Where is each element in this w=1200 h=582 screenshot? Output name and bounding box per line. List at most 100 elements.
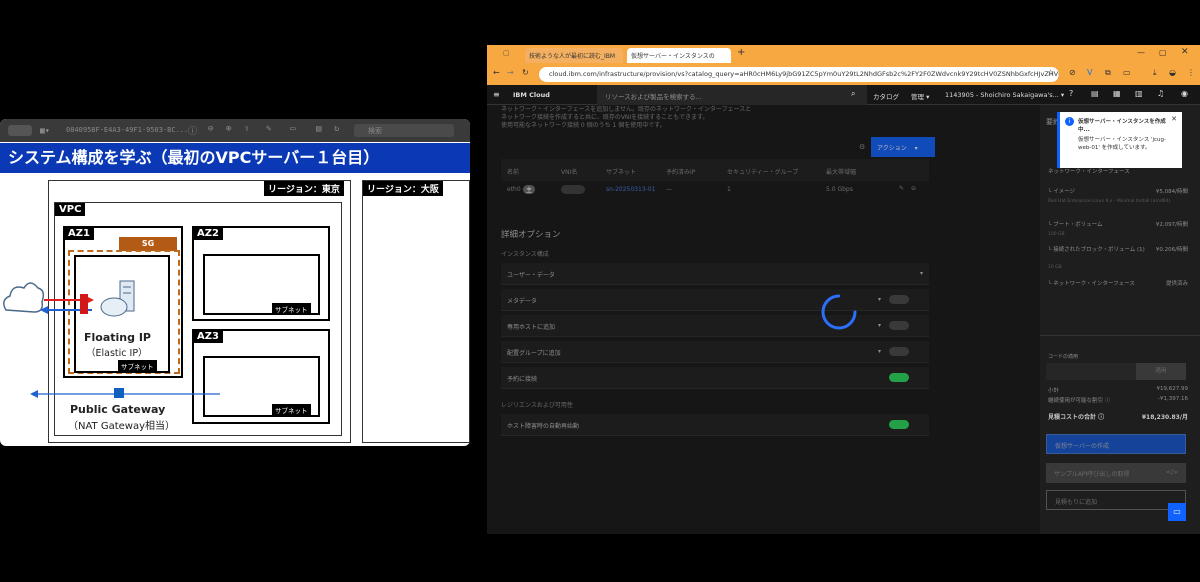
edit-icon[interactable]: ✎ <box>899 185 904 192</box>
option-row-metadata[interactable]: メタデータ ▾ <box>501 289 929 311</box>
metadata-toggle[interactable] <box>889 295 909 304</box>
vpn-icon[interactable]: V <box>1087 68 1092 77</box>
cost-icon[interactable]: ▤ <box>1091 89 1099 98</box>
back-icon[interactable]: ← <box>493 68 500 77</box>
highlight-icon[interactable]: ▤ <box>316 124 321 134</box>
hamburger-icon[interactable]: ≡ <box>493 90 500 99</box>
profile-icon[interactable]: ◒ <box>1169 68 1176 77</box>
discount-row: 継続使用が可能な割引 ⓘ -¥1,397.16 <box>1048 396 1188 404</box>
info-icon[interactable]: ⓘ <box>188 124 197 137</box>
notification-icon[interactable]: ♫ <box>1157 89 1164 98</box>
toast-title: 仮想サーバー・インスタンスを作成中... <box>1078 119 1166 133</box>
dedicated-host-toggle[interactable] <box>889 321 909 330</box>
get-api-button[interactable]: サンプルAPI呼び出しの取得 </> <box>1046 463 1186 483</box>
cell-subnet-link[interactable]: sn-20250313-01 <box>606 186 655 193</box>
add-estimate-button[interactable]: 見積もりに追加 <box>1046 490 1186 510</box>
option-row-dedicated-host[interactable]: 専用ホストに追加 ▾ <box>501 315 929 337</box>
minimize-icon[interactable]: — <box>1137 48 1145 57</box>
delete-icon[interactable]: ⊖ <box>911 185 916 192</box>
action-button[interactable]: アクション ▾ <box>871 137 935 157</box>
zoom-in-icon[interactable]: ⊕ <box>226 124 231 134</box>
option-label: 予約に接続 <box>507 376 538 383</box>
close-icon[interactable]: ✕ <box>1181 47 1189 57</box>
chat-icon[interactable]: ▭ <box>1168 503 1186 521</box>
code-icon: </> <box>1165 469 1178 476</box>
summary-sub: 100 GB <box>1048 232 1065 237</box>
tab-label: 仮想サーバー・インスタンスの <box>631 53 715 60</box>
option-label: メタデータ <box>507 298 538 305</box>
auto-restart-toggle[interactable] <box>889 420 909 429</box>
total-row: 見積コストの合計 ⓘ ¥18,230.83/月 <box>1048 414 1188 421</box>
account-switcher[interactable]: 1143905 - Shoichiro Sakaigawa's... ▾ <box>945 91 1064 99</box>
user-icon[interactable]: ◉ <box>1181 89 1188 98</box>
new-tab-icon[interactable]: + <box>737 47 745 58</box>
extension-icon[interactable]: ⊘ <box>1069 68 1076 77</box>
az2-label: AZ2 <box>193 227 223 240</box>
sidebar-toggle-icon[interactable] <box>8 125 32 136</box>
summary-value: ¥5,084/時間 <box>1155 189 1188 195</box>
calendar-icon[interactable]: ▦ <box>1113 89 1121 98</box>
url-input[interactable]: cloud.ibm.com/infrastructure/provision/v… <box>539 67 1059 82</box>
user-data-row[interactable]: ユーザー・データ ▾ <box>501 263 929 285</box>
summary-sub: Red Hat Enterprise Linux 9.x - Minimal I… <box>1048 199 1171 204</box>
cell-bandwidth: 5.0 Gbps <box>826 186 853 193</box>
search-input[interactable]: 検索 <box>354 124 454 137</box>
subtotal-value: ¥19,627.99 <box>1156 386 1189 392</box>
cell-reserved-ip: — <box>666 186 672 193</box>
reload-icon[interactable]: ↻ <box>522 68 529 77</box>
internet-cloud-icon <box>3 282 94 314</box>
manage-label: 管理 <box>911 93 924 101</box>
vpc-label: VPC <box>55 203 86 216</box>
apply-button[interactable]: 適用 <box>1136 363 1186 380</box>
tab-article[interactable]: 技術ような人が最初に読む_IBM <box>525 48 623 63</box>
share-icon[interactable]: ⇪ <box>244 124 249 134</box>
maximize-icon[interactable]: ▢ <box>1159 48 1167 57</box>
help-icon[interactable]: ? <box>1069 89 1073 98</box>
address-bar: ← → ↻ cloud.ibm.com/infrastructure/provi… <box>487 63 1200 85</box>
nic-table-header: 名前 VNI名 サブネット 予約済みIP セキュリティー・グループ 最大帯域幅 <box>501 159 929 181</box>
code-input[interactable] <box>1046 363 1136 380</box>
slide-title: システム構成を学ぶ（最初のVPCサーバー１台目） <box>0 143 470 173</box>
menu-icon[interactable]: ⋮ <box>1187 68 1195 77</box>
cart-icon[interactable]: ▥ <box>1135 89 1143 98</box>
nat-gateway-label: （NAT Gateway相当） <box>68 421 176 432</box>
global-search-input[interactable]: リソースおよび製品を検索する... <box>597 85 867 105</box>
download-icon[interactable]: ⤓ <box>1153 68 1157 78</box>
bookmark-icon[interactable]: ☆ <box>1047 68 1054 77</box>
zoom-out-icon[interactable]: ⊖ <box>208 124 213 134</box>
catalog-link[interactable]: カタログ <box>873 91 899 101</box>
summary-sub: 10 GB <box>1048 265 1062 270</box>
rotate-icon[interactable]: ↻ <box>334 124 339 134</box>
manage-menu[interactable]: 管理 ▾ <box>911 91 929 101</box>
markup-icon[interactable]: ✎ <box>266 124 271 134</box>
total-value: ¥18,230.83/月 <box>1141 414 1188 421</box>
action-label: アクション <box>877 145 907 152</box>
option-row-reservation[interactable]: 予約に接続 <box>501 367 929 389</box>
table-row[interactable]: eth0 主 sn-20250313-01 — 1 5.0 Gbps ✎ ⊖ <box>501 181 929 199</box>
toast-close-icon[interactable]: ✕ <box>1171 115 1177 123</box>
option-row-placement-group[interactable]: 配置グループに追加 ▾ <box>501 341 929 363</box>
create-server-button[interactable]: 仮想サーバーの作成 <box>1046 434 1186 454</box>
placement-group-toggle[interactable] <box>889 347 909 356</box>
puzzle-icon[interactable]: ⧉ <box>1105 68 1111 78</box>
settings-icon[interactable]: ⚙ <box>859 143 865 151</box>
search-icon[interactable]: ⌕ <box>851 89 855 99</box>
az3-label: AZ3 <box>193 330 223 343</box>
reservation-toggle[interactable] <box>889 373 909 382</box>
brand-label[interactable]: IBM Cloud <box>513 91 550 99</box>
grid-icon[interactable]: ▦▾ <box>40 126 50 135</box>
region-osaka-box <box>362 180 470 443</box>
region-osaka-label: リージョン：大阪 <box>363 181 443 196</box>
intro-line: ネットワーク接続を作成すると共に、既存のVNIを接続することもできます。 <box>501 114 709 121</box>
summary-line: ネットワーク・インターフェース <box>1048 167 1188 175</box>
sidepanel-icon[interactable]: ▭ <box>1123 68 1131 77</box>
chevron-down-icon: ▾ <box>919 270 923 277</box>
option-label: 専用ホストに追加 <box>507 324 556 331</box>
forward-icon[interactable]: → <box>507 68 514 77</box>
tab-overview-icon[interactable]: ▢ <box>503 49 510 57</box>
tab-ibm-cloud[interactable]: 仮想サーバー・インスタンスの <box>627 48 731 63</box>
auto-restart-row[interactable]: ホスト障害時の自動再始動 <box>501 414 929 436</box>
window-icon[interactable]: ▭ <box>290 124 295 134</box>
user-data-label: ユーザー・データ <box>507 272 555 279</box>
summary-line: Red Hat Enterprise Linux 9.x - Minimal I… <box>1048 199 1188 204</box>
